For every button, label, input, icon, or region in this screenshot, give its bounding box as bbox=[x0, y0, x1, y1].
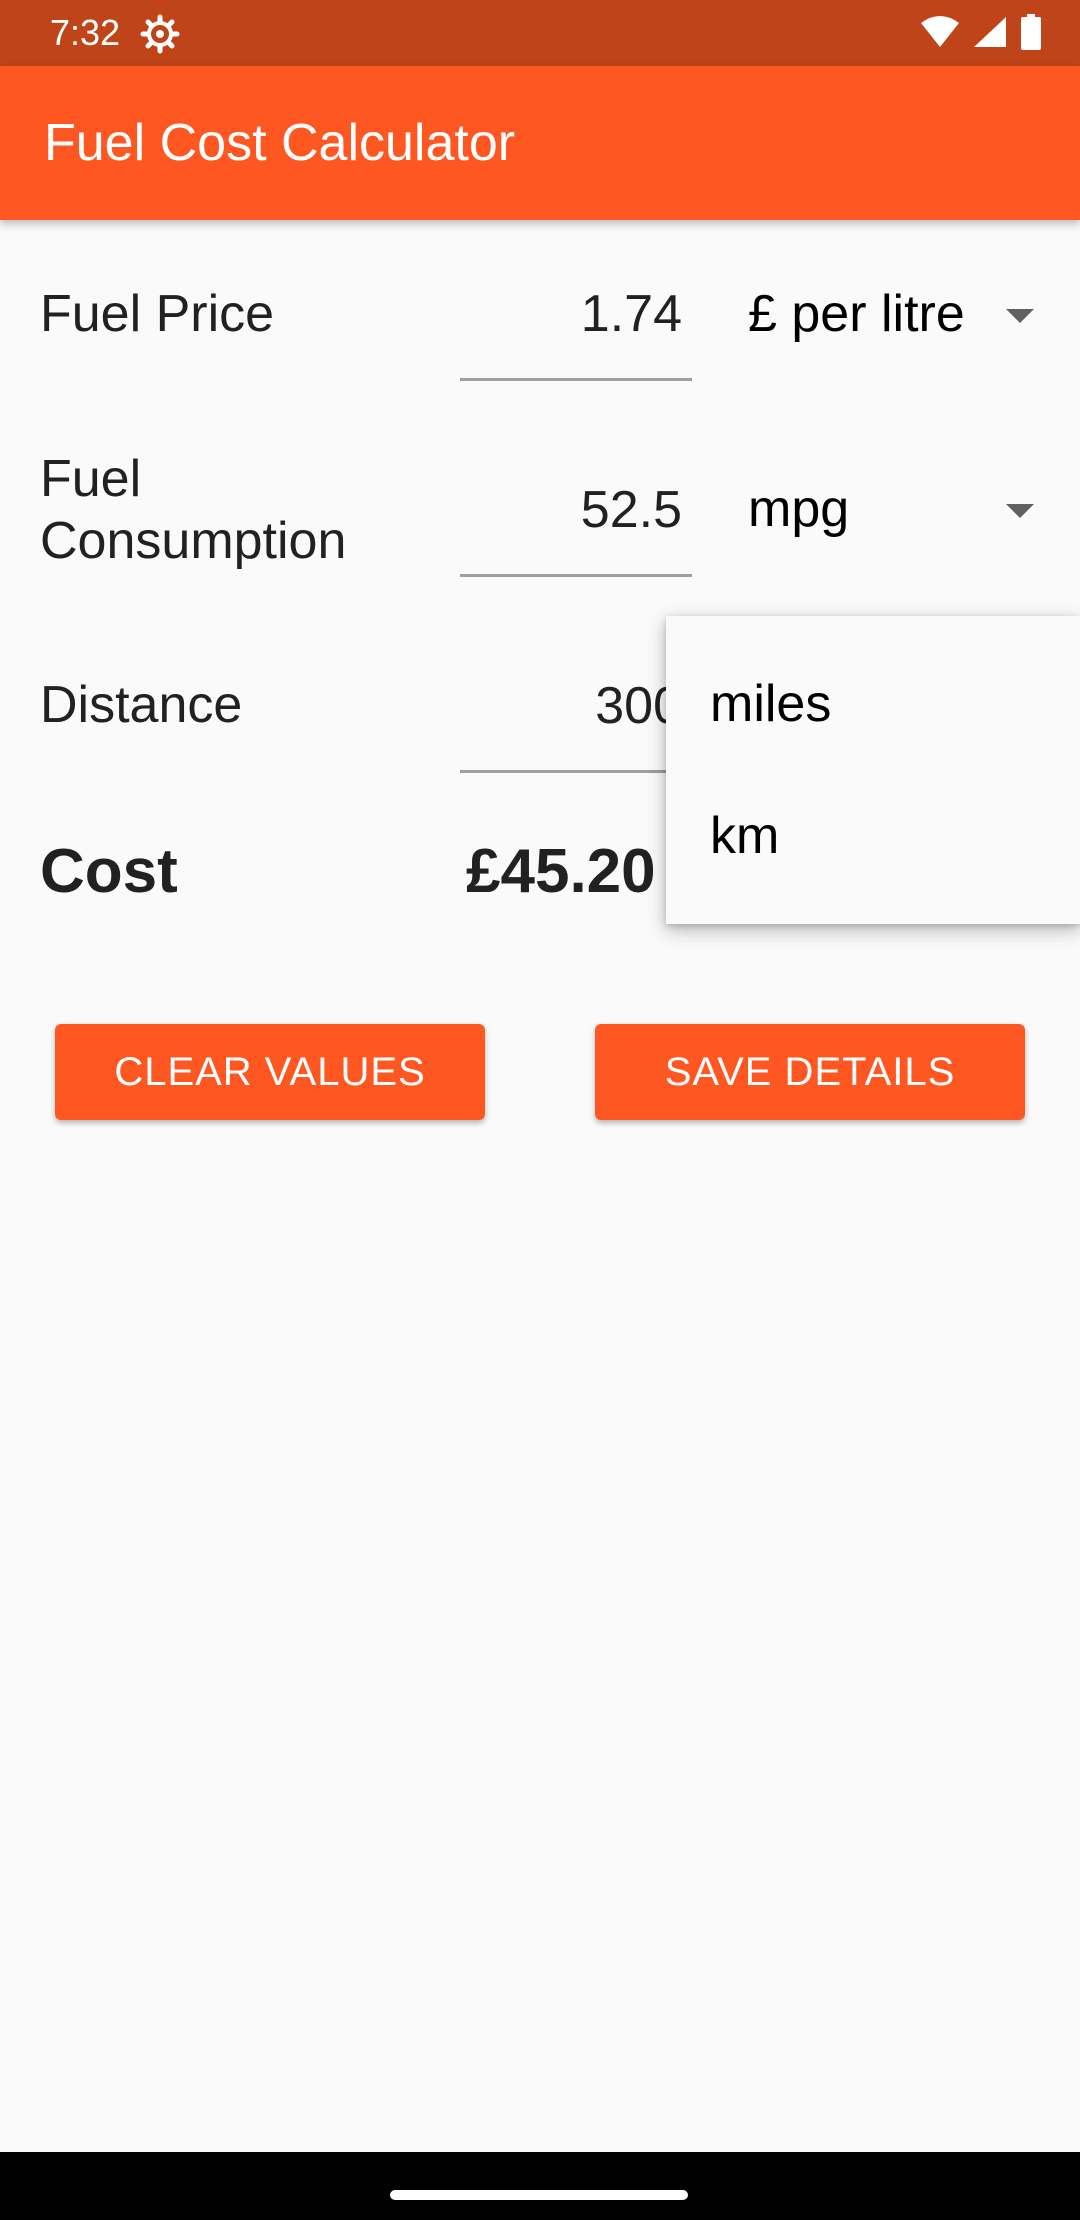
navigation-bar bbox=[0, 2152, 1080, 2220]
app-screen: 7:32 Fuel Cost Calculator Fuel Price 1.7… bbox=[0, 0, 1080, 2220]
status-time: 7:32 bbox=[50, 12, 121, 53]
fuel-consumption-unit-spinner[interactable]: mpg bbox=[748, 474, 1048, 544]
cost-label: Cost bbox=[40, 837, 178, 906]
status-bar: 7:32 bbox=[0, 0, 1080, 66]
fuel-price-unit-spinner[interactable]: £ per litre bbox=[748, 279, 1048, 349]
fuel-consumption-label-line1: Fuel bbox=[40, 450, 142, 508]
fuel-price-input[interactable]: 1.74 bbox=[460, 270, 692, 381]
signal-icon bbox=[972, 15, 1008, 54]
gear-icon bbox=[140, 14, 180, 54]
home-gesture-handle[interactable] bbox=[390, 2190, 688, 2200]
clear-values-button[interactable]: CLEAR VALUES bbox=[55, 1024, 485, 1120]
dropdown-arrow-icon bbox=[1006, 504, 1034, 518]
fuel-consumption-input[interactable]: 52.5 bbox=[460, 466, 692, 577]
fuel-price-unit: £ per litre bbox=[748, 285, 965, 343]
distance-input[interactable]: 300 bbox=[460, 662, 692, 773]
wifi-icon bbox=[920, 15, 960, 54]
fuel-consumption-label-line2: Consumption bbox=[40, 512, 347, 570]
fuel-price-value: 1.74 bbox=[580, 285, 682, 343]
status-icons bbox=[920, 13, 1042, 55]
dropdown-arrow-icon bbox=[1006, 309, 1034, 323]
dropdown-item-km[interactable]: km bbox=[710, 805, 779, 867]
battery-icon bbox=[1020, 13, 1042, 55]
cost-value: £45.20 bbox=[466, 837, 656, 906]
dropdown-item-miles[interactable]: miles bbox=[710, 673, 831, 735]
fuel-consumption-unit: mpg bbox=[748, 480, 850, 538]
distance-label: Distance bbox=[40, 676, 243, 734]
app-bar: Fuel Cost Calculator bbox=[0, 66, 1080, 220]
fuel-consumption-value: 52.5 bbox=[580, 481, 682, 539]
fuel-price-label: Fuel Price bbox=[40, 285, 275, 343]
save-details-button[interactable]: SAVE DETAILS bbox=[595, 1024, 1025, 1120]
distance-unit-dropdown-menu: miles km bbox=[666, 616, 1080, 924]
app-title: Fuel Cost Calculator bbox=[44, 114, 516, 172]
